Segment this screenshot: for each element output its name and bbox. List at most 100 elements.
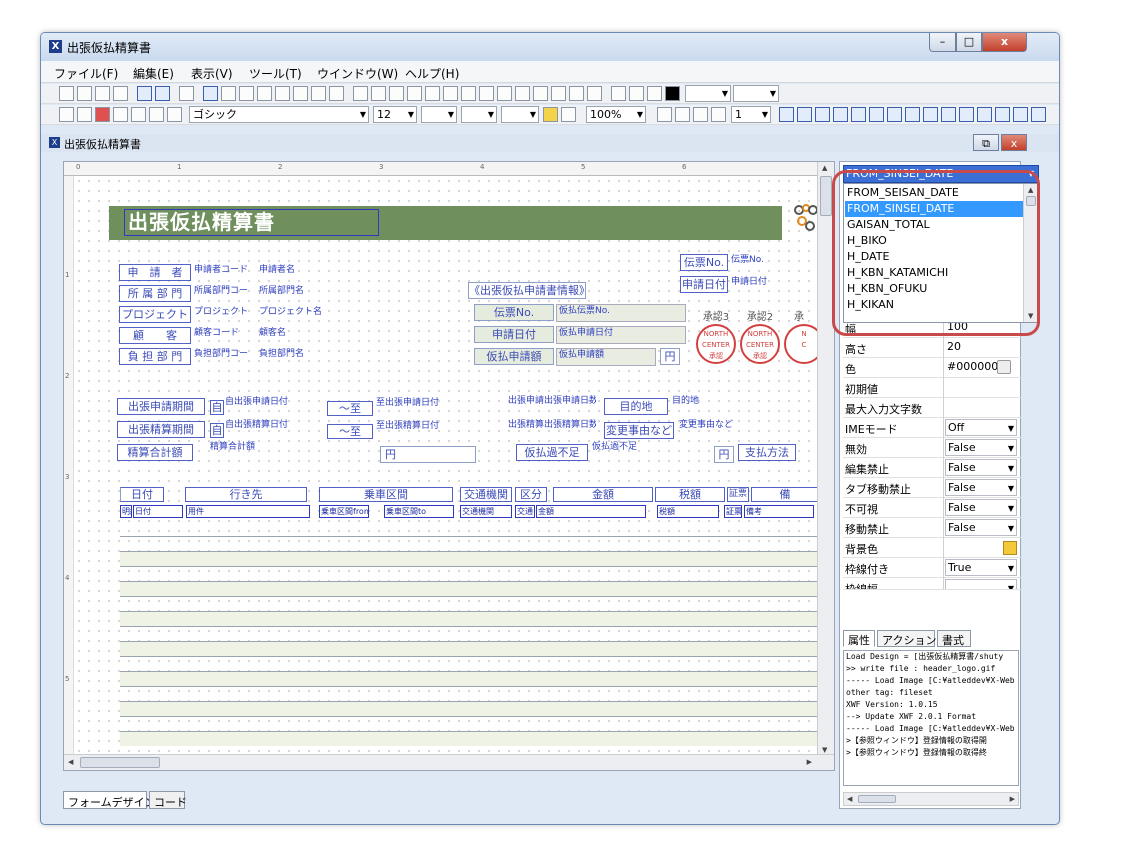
form-grid[interactable]: 出張仮払精算書 AT 申 請 者 申請者コード 申請者名 所 属 部 門 所属部… [74,176,834,756]
label-yen[interactable]: 円 [660,348,680,365]
field-dropdown-list[interactable]: FROM_SEISAN_DATE FROM_SINSEI_DATE GAISAN… [843,183,1039,323]
page-number-select[interactable]: 1 ▼ [731,106,771,123]
scroll-up-icon[interactable]: ▲ [822,164,827,172]
menu-edit[interactable]: 編集(E) [133,65,174,82]
font-icon[interactable] [113,107,128,122]
save-icon[interactable] [95,86,110,101]
text-align-select[interactable]: ▼ [421,106,457,123]
highlight-icon[interactable] [95,107,110,122]
font-size-select[interactable]: 12 ▼ [373,106,417,123]
label-yen-2[interactable]: 円 [380,446,476,463]
property-row[interactable]: 最大入力文字数 [843,398,1021,418]
menu-tools[interactable]: ツール(T) [249,65,302,82]
grid-icon[interactable] [155,86,170,101]
tab-attributes[interactable]: 属性 [843,630,875,647]
same-height-icon[interactable] [905,107,920,122]
check-tool-icon[interactable] [461,86,476,101]
field-detail-tax[interactable]: 税額 [657,505,719,518]
fill-color-icon[interactable] [665,86,680,101]
new-icon[interactable] [59,86,74,101]
tab-format[interactable]: 書式 [937,630,971,647]
field-purpose[interactable]: 目的地 [672,395,752,408]
field-option[interactable]: H_KIKAN [845,297,1023,313]
vertical-scrollbar[interactable]: ▲ ▼ [817,162,834,756]
line2-tool-icon[interactable] [257,86,272,101]
field-dept-name[interactable]: 所属部門名 [259,285,329,298]
col-header-date[interactable]: 日付 [120,487,164,502]
border-color-icon[interactable] [561,107,576,122]
property-row[interactable]: タブ移動禁止 False ▼ [843,478,1021,498]
tab3-icon[interactable] [711,107,726,122]
property-row[interactable]: 枠線付き True ▼ [843,558,1021,578]
field-total[interactable]: 精算合計額 [210,441,290,454]
label-yen-3[interactable]: 円 [714,446,734,463]
clear-icon[interactable] [131,107,146,122]
align-left-icon[interactable] [779,107,794,122]
field-settle-from[interactable]: 自出張精算日付 [225,419,320,432]
label-tool-icon[interactable] [425,86,440,101]
property-row[interactable]: 移動禁止 False ▼ [843,518,1021,538]
tab-icon[interactable] [675,107,690,122]
pen-icon[interactable] [611,86,626,101]
color-swatch[interactable] [1003,541,1017,555]
label-apply-date-top[interactable]: 申請日付 [680,276,728,293]
col-header-transport[interactable]: 交通機関 [460,487,512,502]
image-tool-icon[interactable] [329,86,344,101]
minimize-button[interactable]: – [929,33,956,52]
radio-tool-icon[interactable] [443,86,458,101]
field-applicant-code[interactable]: 申請者コード [194,264,259,277]
field-dept-code[interactable]: 所属部門コー [194,285,259,298]
field-project-name[interactable]: プロジェクト名 [259,306,329,319]
field-apply-to[interactable]: 至出張申請日付 [376,397,471,410]
v-space-icon[interactable] [959,107,974,122]
field-apply-date-top[interactable]: 申請日付 [731,276,791,289]
field-apply-date[interactable]: 仮払申請日付 [559,327,659,340]
label-settle-period[interactable]: 出張精算期間 [117,421,205,438]
approval-stamp[interactable]: NORTH CENTER 承認 [740,324,780,364]
scroll-right-icon[interactable]: ▶ [1010,795,1015,803]
property-row[interactable]: 不可視 False ▼ [843,498,1021,518]
scroll-down-icon[interactable]: ▼ [822,746,827,754]
doc-close-button[interactable]: x [1001,134,1027,151]
align-center-icon[interactable] [797,107,812,122]
col-header-route[interactable]: 乗車区間 [319,487,453,502]
field-tool-icon[interactable] [353,86,368,101]
scroll-left-icon[interactable]: ◀ [847,795,852,803]
field-option[interactable]: H_DATE [845,249,1023,265]
border-select[interactable]: ▼ [501,106,539,123]
property-select[interactable]: False ▼ [945,439,1017,456]
open-icon[interactable] [77,86,92,101]
label-from[interactable]: 自 [210,400,224,415]
label-to[interactable]: ～至 [327,401,373,416]
number-tool-icon[interactable] [389,86,404,101]
bring-front-icon[interactable] [1013,107,1028,122]
frame-icon[interactable] [167,107,182,122]
field-customer-name[interactable]: 顧客名 [259,327,329,340]
barcode-icon[interactable] [629,86,644,101]
color-picker-button[interactable] [997,360,1011,374]
field-slip-no[interactable]: 仮払伝票No. [559,305,659,318]
field-option[interactable]: FROM_SEISAN_DATE [845,185,1023,201]
field-settle-days[interactable]: 出張精算出張精算日数 [508,419,596,432]
form-icon[interactable] [137,86,152,101]
col-header-type[interactable]: 区分 [515,487,547,502]
list-scrollbar[interactable]: ▲ ▼ [1023,184,1038,322]
field-detail-no[interactable]: 明細 [120,505,132,518]
label-change[interactable]: 変更事由など [604,422,674,439]
property-select[interactable]: Off ▼ [945,419,1017,436]
field-settle-to[interactable]: 至出張精算日付 [376,420,471,433]
field-option[interactable]: H_BIKO [845,233,1023,249]
field-detail-type[interactable]: 交通 [515,505,535,518]
field-option-selected[interactable]: FROM_SINSEI_DATE [845,201,1023,217]
log-horizontal-scrollbar[interactable]: ◀ ▶ [843,792,1019,806]
line-width-dropdown[interactable]: ▼ [733,85,779,102]
scroll-down-icon[interactable]: ▼ [1028,312,1033,320]
scroll-left-icon[interactable]: ◀ [68,758,73,766]
label-slip-no[interactable]: 伝票No. [474,304,554,321]
bold-icon[interactable] [59,107,74,122]
text-tool-icon[interactable] [221,86,236,101]
table-tool-icon[interactable] [497,86,512,101]
zoom-select[interactable]: 100% ▼ [586,106,646,123]
font-family-select[interactable]: ゴシック ▼ [189,106,369,123]
rect-tool-icon[interactable] [293,86,308,101]
